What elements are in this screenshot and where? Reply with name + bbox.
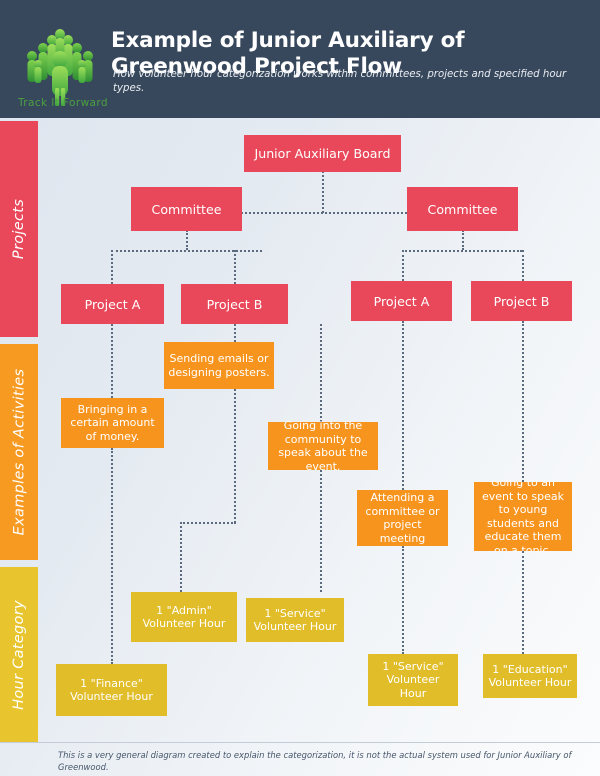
page-subtitle: How volunteer hour categorization works …	[113, 69, 567, 94]
node-label: Project B	[493, 293, 550, 309]
node-label: Project A	[373, 293, 430, 309]
node-activity-education-event[interactable]: Going to an event to speak to young stud…	[474, 482, 572, 551]
node-label: Project B	[206, 296, 263, 312]
band-projects: Projects	[0, 121, 38, 337]
footer-divider	[0, 742, 600, 743]
node-project-a-right[interactable]: Project A	[351, 281, 452, 321]
node-activity-sending-emails[interactable]: Sending emails or designing posters.	[164, 342, 274, 389]
connector-project-b-right-down	[522, 321, 524, 482]
node-hour-service-right[interactable]: 1 "Service" Volunteer Hour	[368, 654, 458, 706]
node-label: Sending emails or designing posters.	[168, 352, 270, 379]
node-activity-attending-meeting[interactable]: Attending a committee or project meeting	[357, 490, 448, 546]
connector-committee-right-down	[462, 230, 464, 250]
node-project-a-left[interactable]: Project A	[61, 284, 164, 324]
band-hour-category: Hour Category	[0, 567, 38, 742]
node-label: Project A	[84, 296, 141, 312]
connector-elbow-to-admin	[180, 522, 236, 524]
node-label: 1 "Service" Volunteer Hour	[382, 659, 444, 700]
node-label: 1 "Finance" Volunteer Hour	[70, 676, 153, 704]
node-hour-finance[interactable]: 1 "Finance" Volunteer Hour	[56, 664, 167, 716]
node-hour-admin[interactable]: 1 "Admin" Volunteer Hour	[131, 592, 237, 642]
header-bar: Track It Forward Example of Junior Auxil…	[0, 0, 600, 118]
connector-right-project-bus	[402, 250, 522, 252]
node-label: Junior Auxiliary Board	[254, 146, 391, 161]
infographic-canvas: Track It Forward Example of Junior Auxil…	[0, 0, 600, 776]
connector-emails-down	[234, 389, 236, 523]
connector-to-community	[320, 324, 322, 422]
connector-committee-left-down	[186, 230, 188, 250]
connector-project-b-left-down	[234, 324, 236, 342]
node-activity-bringing-money[interactable]: Bringing in a certain amount of money.	[61, 398, 164, 448]
node-label: Attending a committee or project meeting	[365, 491, 440, 545]
node-committee-right[interactable]: Committee	[407, 187, 518, 231]
connector-education-to-hour	[522, 551, 524, 654]
band-activities: Examples of Activities	[0, 344, 38, 560]
connector-to-project-a-left	[111, 250, 113, 284]
node-project-b-right[interactable]: Project B	[471, 281, 572, 321]
node-label: Bringing in a certain amount of money.	[70, 402, 155, 443]
node-committee-left[interactable]: Committee	[131, 187, 242, 231]
node-label: 1 "Admin" Volunteer Hour	[142, 603, 226, 631]
node-junior-auxiliary-board[interactable]: Junior Auxiliary Board	[244, 135, 401, 172]
tree-of-people-logo-icon	[18, 26, 102, 106]
connector-left-project-bus	[111, 250, 262, 252]
node-activity-community-speak[interactable]: Going into the community to speak about …	[268, 419, 378, 473]
band-activities-label: Examples of Activities	[11, 368, 28, 536]
node-label: Committee	[151, 201, 222, 217]
logo-wordmark: Track It Forward	[18, 97, 108, 109]
node-label: Committee	[427, 201, 498, 217]
band-hour-category-label: Hour Category	[11, 599, 28, 710]
connector-to-project-b-right	[522, 250, 524, 281]
node-label: Going to an event to speak to young stud…	[482, 482, 564, 551]
connector-community-to-service	[320, 470, 322, 592]
connector-board-down	[322, 171, 324, 213]
node-hour-service-left[interactable]: 1 "Service" Volunteer Hour	[246, 598, 344, 642]
connector-to-project-b-left	[234, 250, 236, 284]
node-label: 1 "Education" Volunteer Hour	[488, 662, 572, 690]
node-label: 1 "Service" Volunteer Hour	[253, 606, 337, 634]
connector-to-project-a-right	[402, 250, 404, 281]
node-label: Going into the community to speak about …	[278, 419, 368, 473]
connector-meeting-to-service	[402, 546, 404, 654]
connector-elbow-down-admin	[180, 522, 182, 592]
connector-money-to-finance	[111, 448, 113, 664]
connector-project-a-right-down	[402, 321, 404, 490]
band-projects-label: Projects	[11, 198, 28, 260]
connector-project-a-left-down	[111, 324, 113, 398]
footer-note: This is a very general diagram created t…	[58, 750, 572, 772]
node-project-b-left[interactable]: Project B	[181, 284, 288, 324]
node-hour-education[interactable]: 1 "Education" Volunteer Hour	[483, 654, 577, 698]
